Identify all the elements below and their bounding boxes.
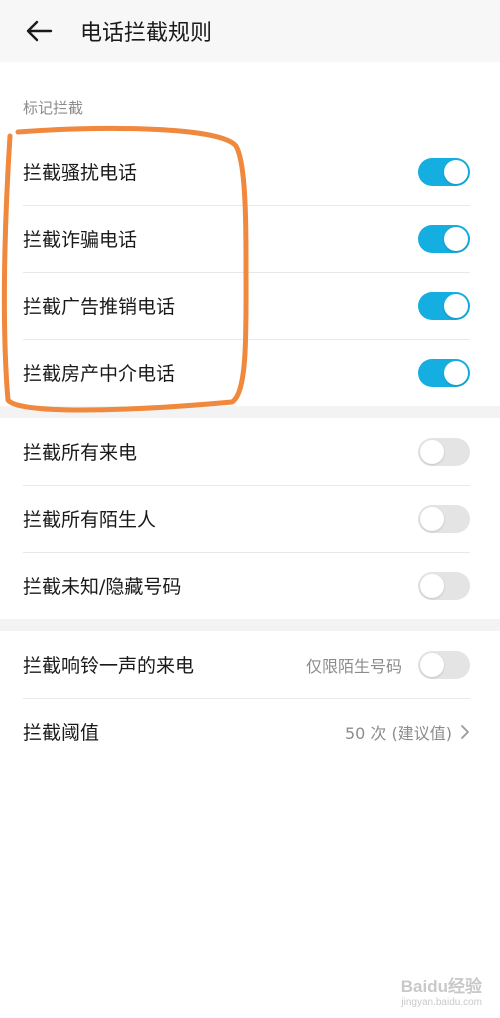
toggle-block-unknown-numbers[interactable]: [418, 571, 470, 600]
section-divider: [0, 406, 500, 418]
toggle-knob: [420, 506, 444, 531]
row-block-threshold[interactable]: 拦截阈值 50 次 (建议值): [0, 698, 500, 765]
section-divider: [0, 619, 500, 631]
threshold-value-link[interactable]: 50 次 (建议值): [345, 720, 470, 744]
toggle-block-ring-once[interactable]: [418, 650, 470, 679]
other-intercept-group: 拦截响铃一声的来电 仅限陌生号码 拦截阈值 50 次 (建议值): [0, 631, 500, 765]
row-label: 拦截阈值: [23, 722, 100, 744]
row-label: 拦截所有来电: [23, 442, 138, 464]
row-label: 拦截未知/隐藏号码: [23, 576, 182, 598]
toggle-block-real-estate[interactable]: [418, 358, 470, 387]
row-hint: 仅限陌生号码: [305, 656, 402, 676]
row-block-real-estate: 拦截房产中介电话: [0, 339, 500, 406]
marked-intercept-group: 拦截骚扰电话 拦截诈骗电话 拦截广告推销电话 拦截房产中介电话: [0, 138, 500, 406]
toggle-knob: [444, 226, 468, 251]
row-block-harassment: 拦截骚扰电话: [0, 138, 500, 205]
threshold-value: 50 次 (建议值): [344, 723, 452, 743]
row-label: 拦截房产中介电话: [23, 363, 176, 385]
row-label: 拦截响铃一声的来电: [23, 655, 195, 677]
row-label: 拦截广告推销电话: [23, 296, 176, 318]
all-intercept-group: 拦截所有来电 拦截所有陌生人 拦截未知/隐藏号码: [0, 418, 500, 619]
page-title: 电话拦截规则: [80, 21, 213, 46]
toggle-block-fraud[interactable]: [418, 224, 470, 253]
toggle-knob: [420, 573, 444, 598]
toggle-block-all-calls[interactable]: [418, 437, 470, 466]
toggle-knob: [444, 159, 468, 184]
toggle-knob: [420, 652, 444, 677]
toggle-block-harassment[interactable]: [418, 157, 470, 186]
watermark: Baidu经验 jingyan.baidu.com: [401, 972, 482, 1008]
row-label: 拦截骚扰电话: [23, 162, 138, 184]
row-block-all-calls: 拦截所有来电: [0, 418, 500, 485]
toggle-block-ad-sales[interactable]: [418, 291, 470, 320]
arrow-left-icon: [26, 20, 53, 42]
toggle-knob: [420, 439, 444, 464]
row-block-ring-once: 拦截响铃一声的来电 仅限陌生号码: [0, 631, 500, 698]
watermark-url: jingyan.baidu.com: [401, 997, 482, 1008]
chevron-right-icon: [461, 724, 469, 739]
row-block-ad-sales: 拦截广告推销电话: [0, 272, 500, 339]
app-header: 电话拦截规则: [0, 0, 500, 62]
row-label: 拦截所有陌生人: [23, 509, 157, 531]
toggle-knob: [444, 360, 468, 385]
toggle-knob: [444, 293, 468, 318]
row-block-fraud: 拦截诈骗电话: [0, 205, 500, 272]
row-block-unknown-numbers: 拦截未知/隐藏号码: [0, 552, 500, 619]
watermark-logo: Baidu经验: [400, 977, 482, 996]
toggle-block-all-strangers[interactable]: [418, 504, 470, 533]
row-block-all-strangers: 拦截所有陌生人: [0, 485, 500, 552]
row-label: 拦截诈骗电话: [23, 229, 138, 251]
back-button[interactable]: [20, 12, 58, 50]
section-label-marked: 标记拦截: [23, 99, 84, 117]
